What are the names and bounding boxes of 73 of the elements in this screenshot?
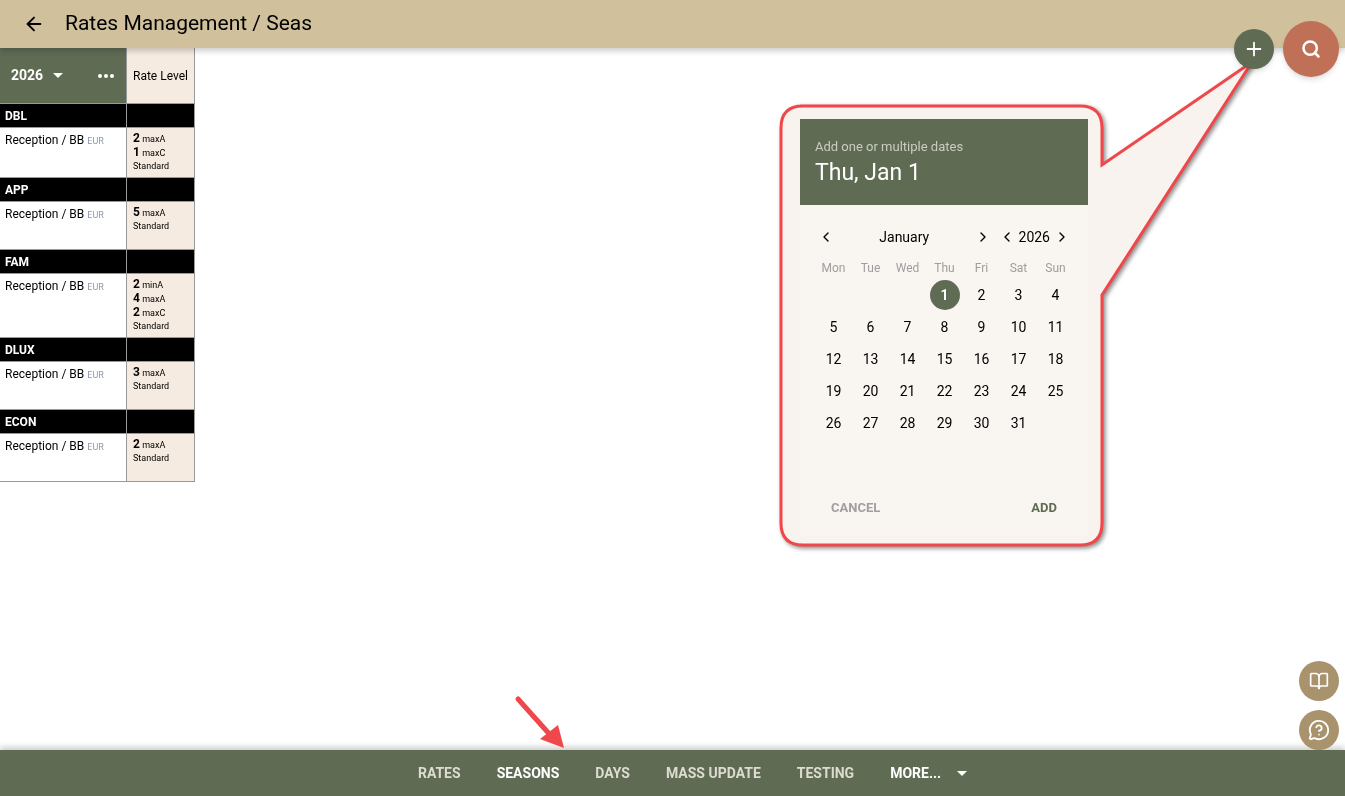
calendar-day[interactable]: 9 [966,312,997,342]
nav-tab[interactable]: SEASONS [480,750,576,796]
rate-level-cell: 2 minA 4 maxA 2 maxC Standard [127,274,194,337]
add-button[interactable]: ADD [1018,495,1070,521]
caret-icon [957,770,968,776]
year-dropdown[interactable]: 2026 [11,65,64,86]
calendar-day[interactable]: 12 [818,344,849,374]
rate-level-cell: 2 maxA Standard [127,434,194,481]
rate-level-cell: 2 maxA 1 maxC Standard [127,128,194,177]
calendar-day[interactable]: 5 [818,312,849,342]
weekday-label: Wed [894,260,921,277]
room-type-header: DBL [0,104,127,127]
calendar-day[interactable]: 14 [892,344,923,374]
month-label: January [878,227,931,247]
page-title: Rates Management / Seas [65,10,313,38]
weekday-label: Tue [859,260,882,277]
search-button[interactable] [1283,21,1339,77]
calendar-day[interactable]: 2 [966,280,997,310]
rate-level-cell: 5 maxA Standard [127,202,194,249]
nav-tab[interactable]: DAYS [579,750,646,796]
calendar-day[interactable]: 31 [1003,408,1034,438]
calendar-day[interactable]: 30 [966,408,997,438]
year-label: 2026 [1018,227,1050,247]
room-type-header: ECON [0,410,127,433]
date-picker-subtitle: Add one or multiple dates [815,138,964,156]
weekday-label: Fri [973,260,990,277]
room-type-header: APP [0,178,127,201]
rate-level-cell: 3 maxA Standard [127,362,194,409]
help-icon [1308,719,1330,741]
search-icon [1301,39,1321,59]
nav-tab[interactable]: MASS UPDATE [649,750,777,796]
help-button[interactable] [1299,710,1339,750]
add-button[interactable] [1234,29,1274,69]
calendar-day[interactable]: 28 [892,408,923,438]
calendar-day[interactable]: 25 [1040,376,1071,406]
selected-date: Thu, Jan 1 [815,157,921,188]
calendar-day[interactable]: 3 [1003,280,1034,310]
room-type-header: DLUX [0,338,127,361]
calendar-day[interactable]: 23 [966,376,997,406]
book-icon [1309,671,1329,691]
calendar-day[interactable]: 6 [855,312,886,342]
weekday-label: Thu [933,260,956,277]
calendar-day[interactable]: 20 [855,376,886,406]
more-dropdown[interactable]: MORE... [874,750,984,796]
nav-tab[interactable]: TESTING [780,750,871,796]
weekday-label: Sat [1008,260,1029,277]
calendar-day[interactable]: 1 [929,280,960,310]
calendar-day[interactable]: 22 [929,376,960,406]
calendar-day[interactable]: 18 [1040,344,1071,374]
calendar-day[interactable]: 8 [929,312,960,342]
calendar-day[interactable]: 24 [1003,376,1034,406]
weekday-label: Mon [820,260,847,277]
calendar-day[interactable]: 11 [1040,312,1071,342]
calendar-day[interactable]: 19 [818,376,849,406]
calendar-day[interactable]: 21 [892,376,923,406]
calendar-day[interactable]: 10 [1003,312,1034,342]
more-options-button[interactable] [98,73,114,78]
calendar-day[interactable]: 27 [855,408,886,438]
nav-tab[interactable]: RATES [401,750,477,796]
calendar-day[interactable]: 15 [929,344,960,374]
calendar-day[interactable]: 16 [966,344,997,374]
room-type-header: FAM [0,250,127,273]
calendar-day[interactable]: 29 [929,408,960,438]
weekday-label: Sun [1044,260,1067,277]
calendar-day[interactable]: 13 [855,344,886,374]
column-header: Rate Level [127,48,194,103]
guide-button[interactable] [1299,661,1339,701]
calendar-day[interactable]: 17 [1003,344,1034,374]
caret-icon [53,73,64,78]
calendar-day[interactable]: 4 [1040,280,1071,310]
calendar-day[interactable]: 26 [818,408,849,438]
calendar-day[interactable]: 7 [892,312,923,342]
pointer-arrow-drawing [514,695,566,749]
